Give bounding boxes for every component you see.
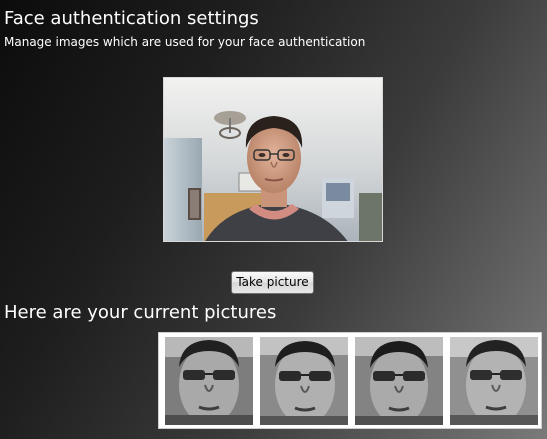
face-picture-thumbnail[interactable]: [260, 337, 348, 425]
face-picture-thumbnail[interactable]: [355, 337, 443, 425]
face-picture-thumbnail[interactable]: [450, 337, 538, 425]
take-picture-button[interactable]: Take picture: [231, 271, 314, 294]
webcam-preview: [163, 77, 383, 242]
webcam-preview-image: [164, 78, 382, 241]
page-subtitle: Manage images which are used for your fa…: [4, 35, 366, 49]
current-pictures-heading: Here are your current pictures: [4, 302, 277, 323]
current-pictures-gallery: [158, 332, 542, 429]
face-picture-thumbnail[interactable]: [165, 337, 253, 425]
page-title: Face authentication settings: [4, 8, 259, 29]
